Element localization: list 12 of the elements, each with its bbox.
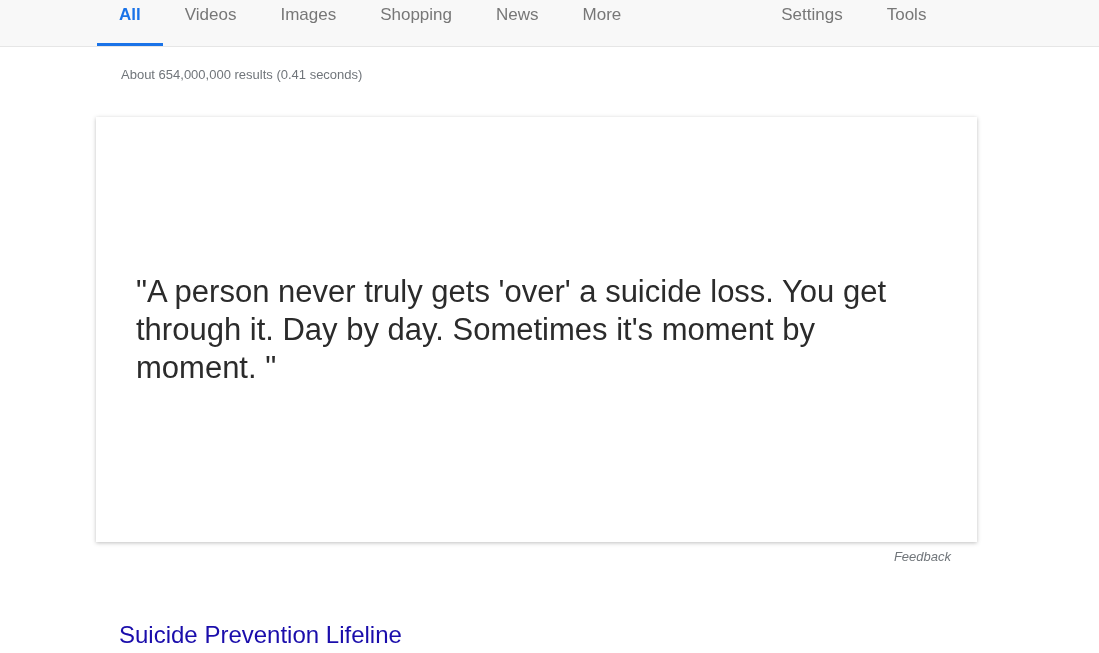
nav-tab[interactable]: News: [474, 0, 561, 46]
nav-link[interactable]: Settings: [759, 0, 865, 26]
nav-tab[interactable]: Images: [258, 0, 359, 46]
nav-link[interactable]: Tools: [864, 0, 949, 26]
nav-tab[interactable]: Videos: [162, 0, 259, 46]
nav-tab[interactable]: More: [560, 0, 644, 46]
result-stats: About 654,000,000 results (0.41 seconds): [121, 67, 363, 83]
nav-tab[interactable]: Shopping: [358, 0, 474, 46]
quote-text: "A person never truly gets 'over' a suicide loss. You get through it. Day by day. Sometimes it's moment by moment. ": [136, 272, 888, 387]
nav-tab[interactable]: All: [97, 0, 163, 46]
result-title-link[interactable]: Suicide Prevention Lifeline: [119, 620, 402, 650]
feedback-link[interactable]: Feedback: [893, 549, 951, 565]
